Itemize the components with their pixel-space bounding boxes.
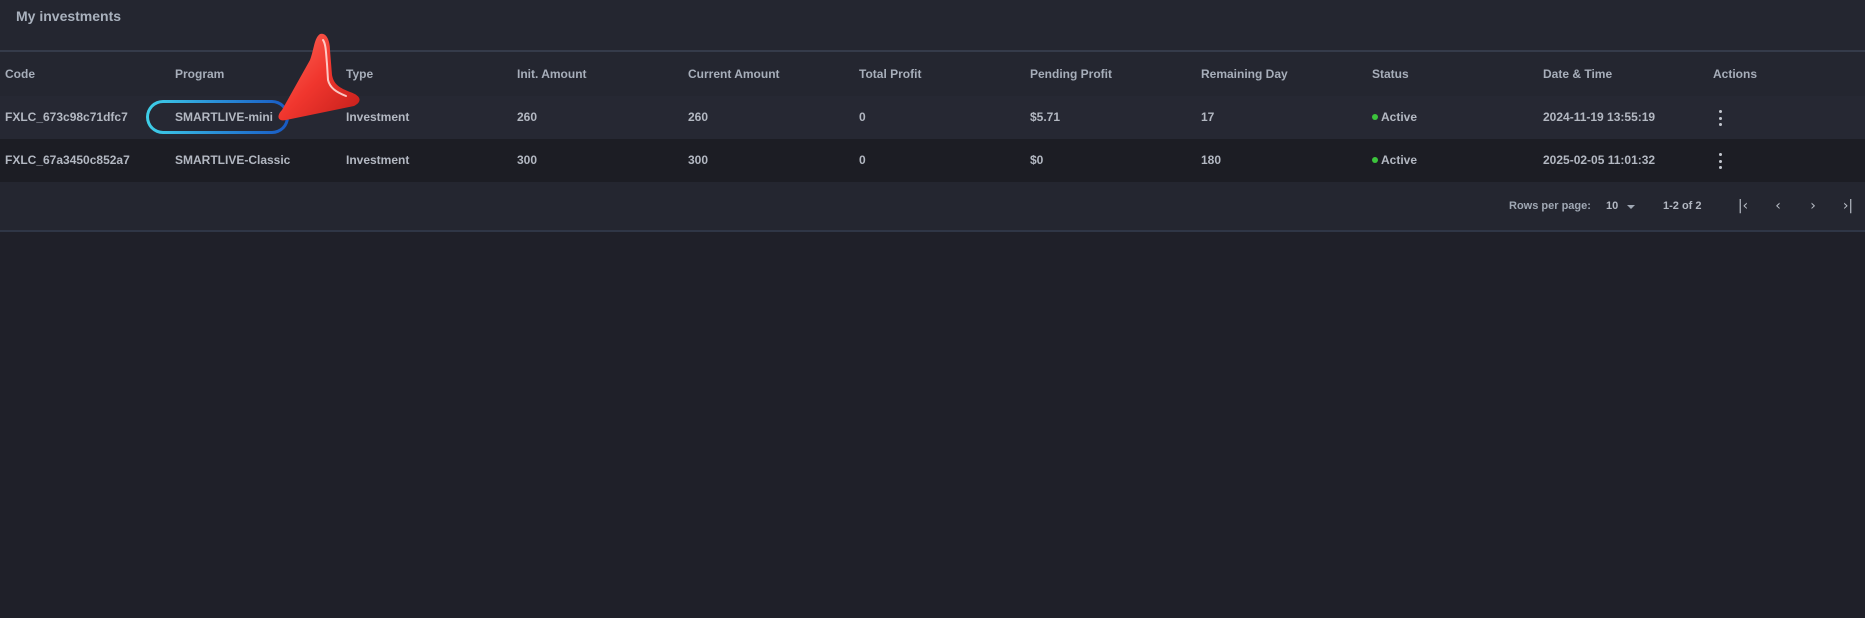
column-header-code[interactable]: Code xyxy=(5,53,35,96)
column-header-program[interactable]: Program xyxy=(175,53,224,96)
cell-pending-profit: $5.71 xyxy=(1030,110,1061,124)
pagination-range: 1-2 of 2 xyxy=(1663,200,1702,212)
footer-divider xyxy=(0,230,1865,232)
status-badge: Active xyxy=(1372,96,1417,139)
rows-per-page-select[interactable]: 10 xyxy=(1606,196,1618,216)
more-vertical-icon[interactable] xyxy=(1713,110,1727,126)
cell-init-amount: 260 xyxy=(517,110,538,124)
cell-date-time: 2025-02-05 11:01:32 xyxy=(1543,153,1656,167)
cell-init-amount: 300 xyxy=(517,153,538,167)
cell-type: Investment xyxy=(346,153,410,167)
status-label: Active xyxy=(1381,110,1418,124)
cell-date-time: 2024-11-19 13:55:19 xyxy=(1543,110,1656,124)
status-dot-icon xyxy=(1372,156,1378,163)
last-page-icon[interactable]: ›| xyxy=(1837,196,1859,216)
column-header-remaining-day[interactable]: Remaining Day xyxy=(1201,53,1288,96)
column-header-actions: Actions xyxy=(1713,67,1758,81)
investments-panel: My investments Code Program Type Init. A… xyxy=(0,0,1865,232)
table-header-row: Code Program Type Init. Amount Current A… xyxy=(0,53,1865,96)
caret-down-icon[interactable] xyxy=(1627,205,1635,209)
title-divider xyxy=(0,50,1865,52)
panel-title: My investments xyxy=(16,8,122,24)
cell-program: SMARTLIVE-mini xyxy=(175,110,273,124)
column-header-status[interactable]: Status xyxy=(1372,53,1409,96)
chevron-right-icon[interactable]: › xyxy=(1802,196,1824,216)
cell-type: Investment xyxy=(346,110,410,124)
column-header-type[interactable]: Type xyxy=(346,53,373,96)
column-header-total-profit[interactable]: Total Profit xyxy=(859,53,921,96)
column-header-pending-profit[interactable]: Pending Profit xyxy=(1030,53,1112,96)
cell-current-amount: 300 xyxy=(688,153,709,167)
cell-program: SMARTLIVE-Classic xyxy=(175,153,291,167)
column-header-date-time[interactable]: Date & Time xyxy=(1543,53,1612,96)
more-vertical-icon[interactable] xyxy=(1713,153,1727,169)
status-dot-icon xyxy=(1372,113,1378,120)
cell-remaining-day: 180 xyxy=(1201,153,1222,167)
first-page-icon[interactable]: |‹ xyxy=(1732,196,1754,216)
cell-total-profit: 0 xyxy=(859,110,866,124)
chevron-left-icon[interactable]: ‹ xyxy=(1767,196,1789,216)
status-label: Active xyxy=(1381,153,1418,167)
cell-code: FXLC_673c98c71dfc7 xyxy=(5,110,128,124)
cell-pending-profit: $0 xyxy=(1030,153,1044,167)
cell-code: FXLC_67a3450c852a7 xyxy=(5,153,130,167)
table-row[interactable]: FXLC_673c98c71dfc7 Investment 260 260 0 … xyxy=(0,96,1865,139)
status-badge: Active xyxy=(1372,139,1417,182)
cell-current-amount: 260 xyxy=(688,110,709,124)
cell-remaining-day: 17 xyxy=(1201,110,1215,124)
rows-per-page-label: Rows per page: xyxy=(1509,200,1591,212)
cell-total-profit: 0 xyxy=(859,153,866,167)
column-header-current-amount[interactable]: Current Amount xyxy=(688,53,780,96)
table-row[interactable]: FXLC_67a3450c852a7 SMARTLIVE-Classic Inv… xyxy=(0,139,1865,182)
column-header-init-amount[interactable]: Init. Amount xyxy=(517,53,587,96)
